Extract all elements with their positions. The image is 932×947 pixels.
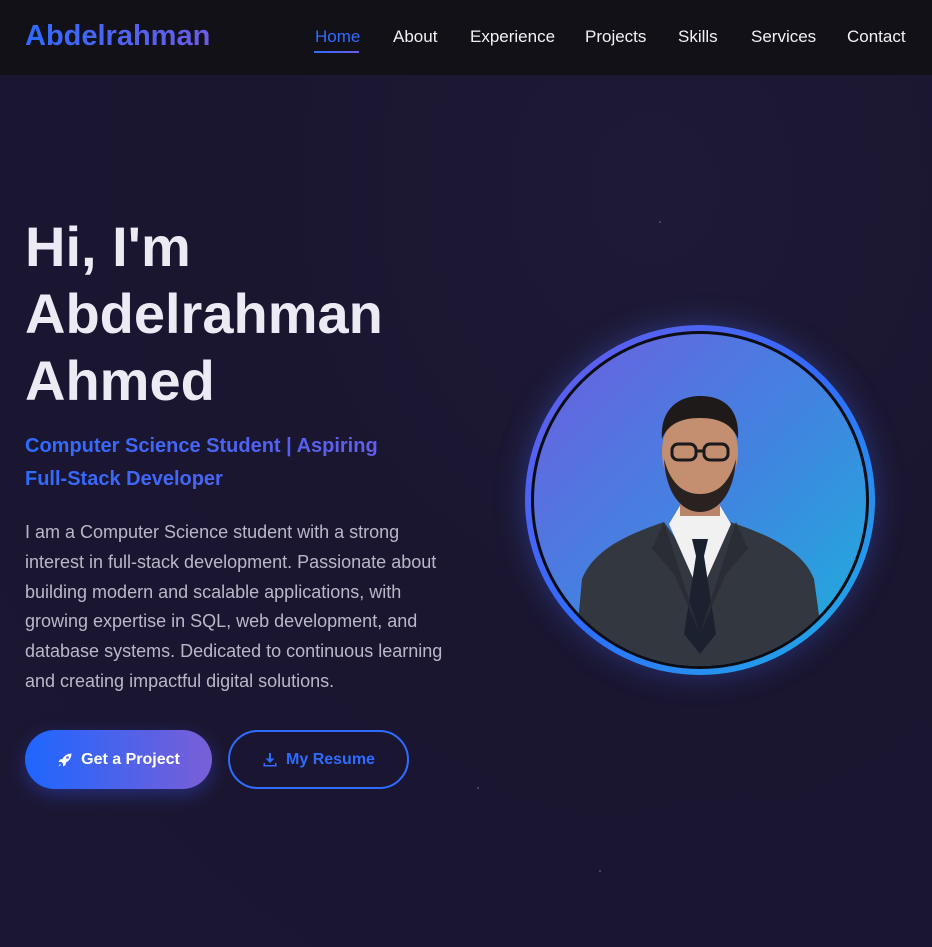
nav-link-contact[interactable]: Contact: [847, 27, 906, 47]
hero-subtitle: Computer Science Student | Aspiring Full…: [25, 430, 445, 496]
hero-title-line: Hi, I'm: [25, 215, 191, 278]
nav-link-skills[interactable]: Skills: [678, 27, 718, 47]
nav-link-home[interactable]: Home: [315, 27, 360, 47]
hero-subtitle-line: Full-Stack Developer: [25, 468, 223, 490]
get-a-project-button[interactable]: Get a Project: [25, 730, 212, 789]
nav-link-services[interactable]: Services: [751, 27, 816, 47]
profile-photo: [531, 331, 869, 669]
my-resume-label: My Resume: [286, 750, 375, 768]
nav-active-underline: [314, 51, 359, 53]
my-resume-button[interactable]: My Resume: [228, 730, 409, 789]
navbar: Abdelrahman Home About Experience Projec…: [0, 0, 932, 75]
background-star: [477, 787, 479, 789]
background-star: [599, 870, 601, 872]
hero-description: I am a Computer Science student with a s…: [25, 522, 443, 691]
hero-subtitle-line: Computer Science Student | Aspiring: [25, 435, 378, 457]
profile-photo-frame: [525, 325, 875, 675]
nav-links: Home About Experience Projects Skills Se…: [0, 0, 932, 75]
nav-link-about[interactable]: About: [393, 27, 437, 47]
get-a-project-label: Get a Project: [81, 750, 180, 768]
hero-title: Hi, I'm Abdelrahman Ahmed: [25, 213, 465, 414]
download-icon: [263, 752, 277, 766]
nav-link-projects[interactable]: Projects: [585, 27, 646, 47]
nav-link-experience[interactable]: Experience: [470, 27, 555, 47]
rocket-icon: [58, 753, 72, 766]
hero-title-line: Abdelrahman: [25, 282, 383, 345]
background-star: [659, 221, 661, 223]
person-portrait: [574, 396, 826, 666]
hero-title-line: Ahmed: [25, 349, 215, 412]
